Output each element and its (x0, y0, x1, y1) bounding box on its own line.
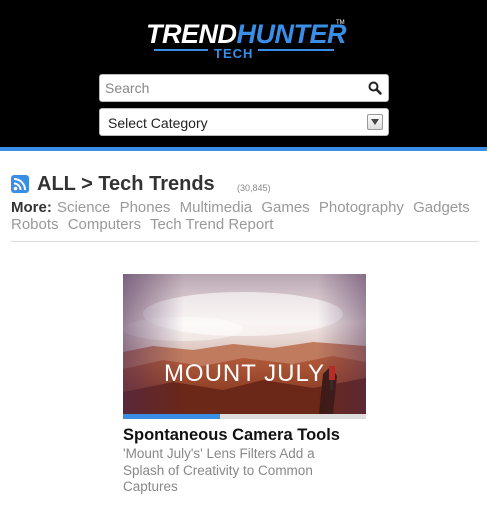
site-header: TRENDHUNTER TM TECH Select Category (0, 0, 487, 147)
search-input[interactable] (100, 75, 358, 101)
trend-count: (30,845) (237, 183, 271, 193)
more-categories: More: Science Phones Multimedia Games Ph… (11, 199, 481, 233)
logo-trademark: TM (336, 20, 345, 26)
search-icon[interactable] (368, 81, 382, 95)
category-link-robots[interactable]: Robots (11, 216, 59, 233)
article-image[interactable]: MOUNT JULY (123, 274, 366, 414)
site-logo[interactable]: TRENDHUNTER TM TECH (146, 20, 346, 62)
category-link-phones[interactable]: Phones (120, 199, 171, 216)
canyon-landscape-image (123, 274, 366, 414)
search-box (99, 74, 389, 102)
logo-part-trend: TREND (146, 19, 237, 49)
category-link-games[interactable]: Games (261, 199, 309, 216)
header-accent-stripe (0, 147, 487, 151)
article-description: 'Mount July's' Lens Filters Add a Splash… (123, 446, 315, 494)
category-link-tech-trend-report[interactable]: Tech Trend Report (150, 216, 273, 233)
logo-wordmark: TRENDHUNTER (146, 20, 346, 48)
section-divider (11, 241, 479, 242)
breadcrumb-root-link[interactable]: ALL (37, 173, 76, 195)
article-progress-fill (123, 414, 221, 419)
article-title[interactable]: Spontaneous Camera Tools (123, 426, 383, 445)
category-select-value: Select Category (108, 115, 208, 131)
category-link-gadgets[interactable]: Gadgets (413, 199, 470, 216)
logo-subtitle: TECH (214, 46, 254, 61)
breadcrumb-separator: > (81, 173, 93, 195)
category-link-photography[interactable]: Photography (319, 199, 404, 216)
article-image-caption: MOUNT JULY (163, 360, 326, 387)
chevron-down-icon (371, 119, 379, 125)
logo-part-hunter: HUNTER (236, 19, 347, 49)
page-title: Tech Trends (98, 173, 215, 195)
category-select[interactable]: Select Category (99, 108, 389, 136)
category-link-science[interactable]: Science (57, 199, 110, 216)
category-link-multimedia[interactable]: Multimedia (180, 199, 253, 216)
category-link-computers[interactable]: Computers (68, 216, 141, 233)
article-progress-bar (123, 414, 366, 419)
select-arrow-button[interactable] (367, 114, 383, 130)
more-label: More: (11, 199, 52, 216)
rss-icon[interactable] (11, 175, 29, 193)
